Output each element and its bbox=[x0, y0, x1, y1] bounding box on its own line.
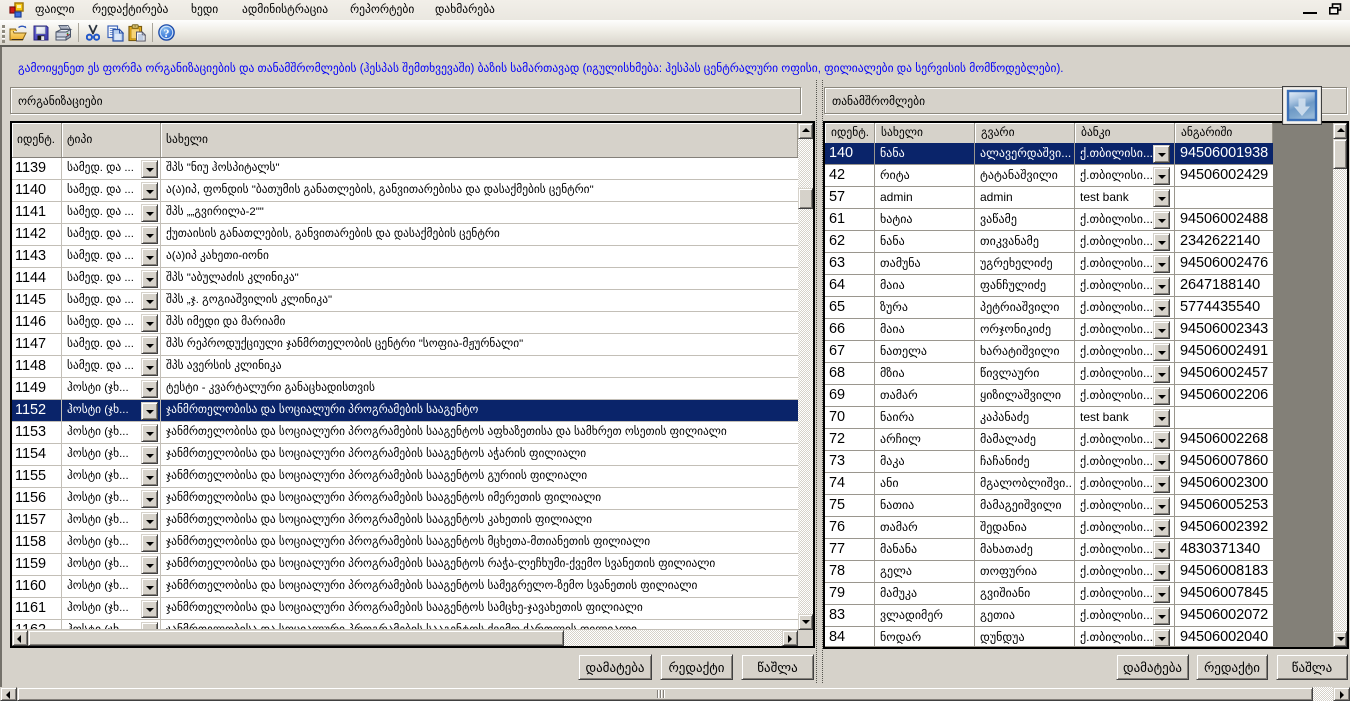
svg-text:?: ? bbox=[164, 26, 170, 40]
